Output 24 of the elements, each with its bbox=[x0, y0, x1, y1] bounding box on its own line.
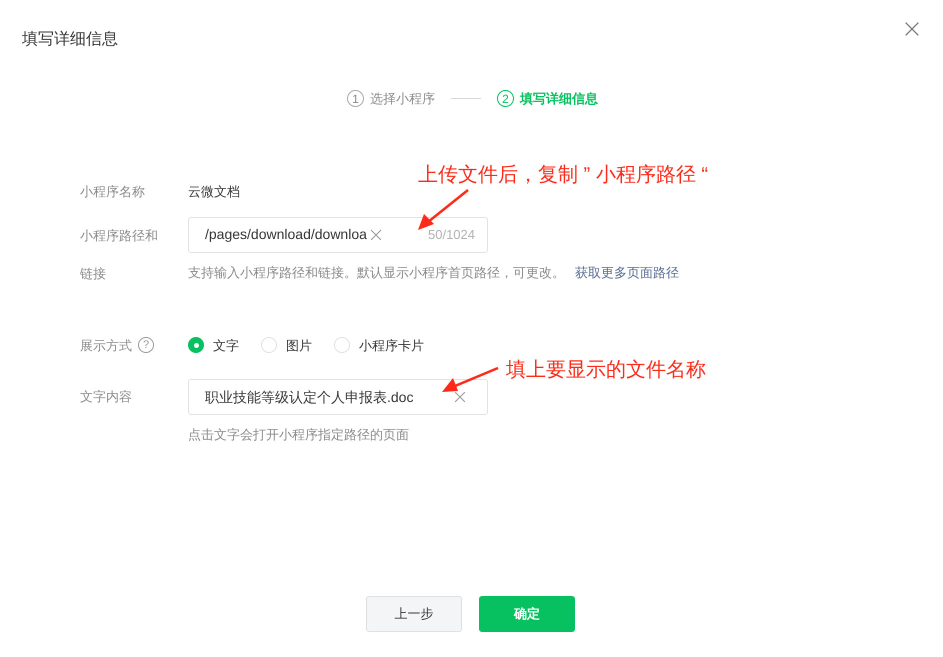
back-button[interactable]: 上一步 bbox=[366, 596, 462, 632]
field-label: 文字内容 bbox=[80, 388, 133, 406]
text-content-field[interactable]: 职业技能等级认定个人申报表.doc bbox=[188, 379, 488, 415]
field-label: 展示方式 bbox=[80, 336, 132, 354]
char-counter: 50/1024 bbox=[428, 226, 475, 244]
display-radio[interactable]: 图片 bbox=[261, 336, 312, 355]
display-radio[interactable]: 文字 bbox=[188, 336, 239, 355]
field-label: 小程序名称 bbox=[80, 182, 146, 201]
clear-icon[interactable] bbox=[368, 228, 383, 242]
arrow-icon bbox=[441, 366, 499, 394]
close-icon[interactable] bbox=[903, 20, 921, 38]
step-item: 1 选择小程序 bbox=[347, 89, 435, 108]
path-field[interactable]: /pages/download/downloa 50/1024 bbox=[188, 216, 488, 252]
annotation-text: 上传文件后，复制 ” 小程序路径 “ bbox=[418, 163, 708, 188]
step-item: 2 填写详细信息 bbox=[497, 89, 598, 108]
help-text: 支持输入小程序路径和链接。默认显示小程序首页路径，可更改。 bbox=[188, 264, 565, 282]
more-paths-link[interactable]: 获取更多页面路径 bbox=[575, 262, 679, 282]
field-label: 小程序路径和链接 bbox=[80, 226, 159, 282]
display-radio[interactable]: 小程序卡片 bbox=[334, 336, 424, 355]
annotation-text: 填上要显示的文件名称 bbox=[506, 358, 706, 383]
dialog-title: 填写详细信息 bbox=[22, 30, 118, 50]
hint-text: 点击文字会打开小程序指定路径的页面 bbox=[188, 426, 410, 444]
clear-icon[interactable] bbox=[453, 390, 467, 404]
name-value: 云微文档 bbox=[188, 182, 240, 201]
